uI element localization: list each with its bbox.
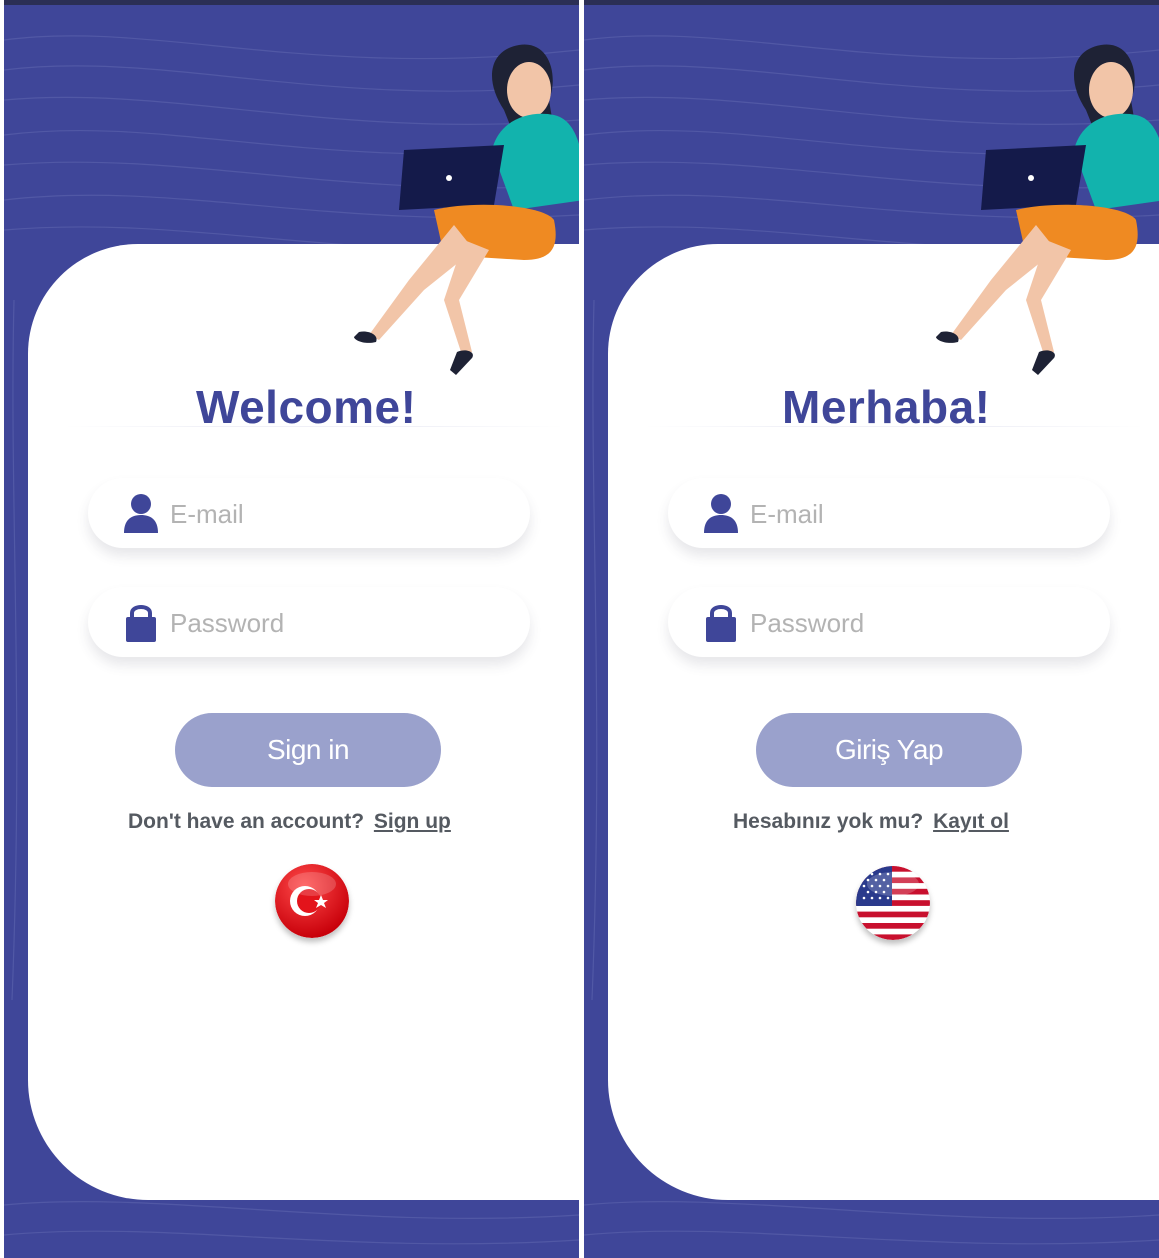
password-field[interactable] [668,587,1110,657]
signup-prompt-text: Don't have an account? [128,810,365,833]
password-field[interactable] [88,587,530,657]
title-divider [644,426,1144,427]
password-input[interactable] [168,603,502,643]
user-icon [704,494,738,533]
title-divider [64,426,564,427]
user-icon [124,494,158,533]
signup-prompt: Hesabınız yok mu? Kayıt ol [584,810,1159,834]
lock-icon [126,605,156,642]
signup-prompt-text: Hesabınız yok mu? [733,810,924,833]
password-input[interactable] [748,603,1082,643]
login-screen-english: Welcome! Sign in Don't have an account? … [4,0,579,1258]
woman-with-laptop-illustration [936,44,1159,375]
email-input[interactable] [748,494,1082,534]
sign-in-button[interactable]: Sign in [175,713,441,787]
woman-with-laptop-illustration [354,44,579,375]
kayit-ol-link[interactable]: Kayıt ol [933,810,1009,833]
signup-prompt: Don't have an account? Sign up [4,810,579,834]
giris-yap-button[interactable]: Giriş Yap [756,713,1022,787]
email-field[interactable] [668,478,1110,548]
usa-flag-icon[interactable] [856,866,930,940]
turkey-flag-icon[interactable] [275,864,349,938]
sign-up-link[interactable]: Sign up [374,810,451,833]
login-screen-turkish: Merhaba! Giriş Yap Hesabınız yok mu? Kay… [584,0,1159,1258]
email-input[interactable] [168,494,502,534]
email-field[interactable] [88,478,530,548]
lock-icon [706,605,736,642]
